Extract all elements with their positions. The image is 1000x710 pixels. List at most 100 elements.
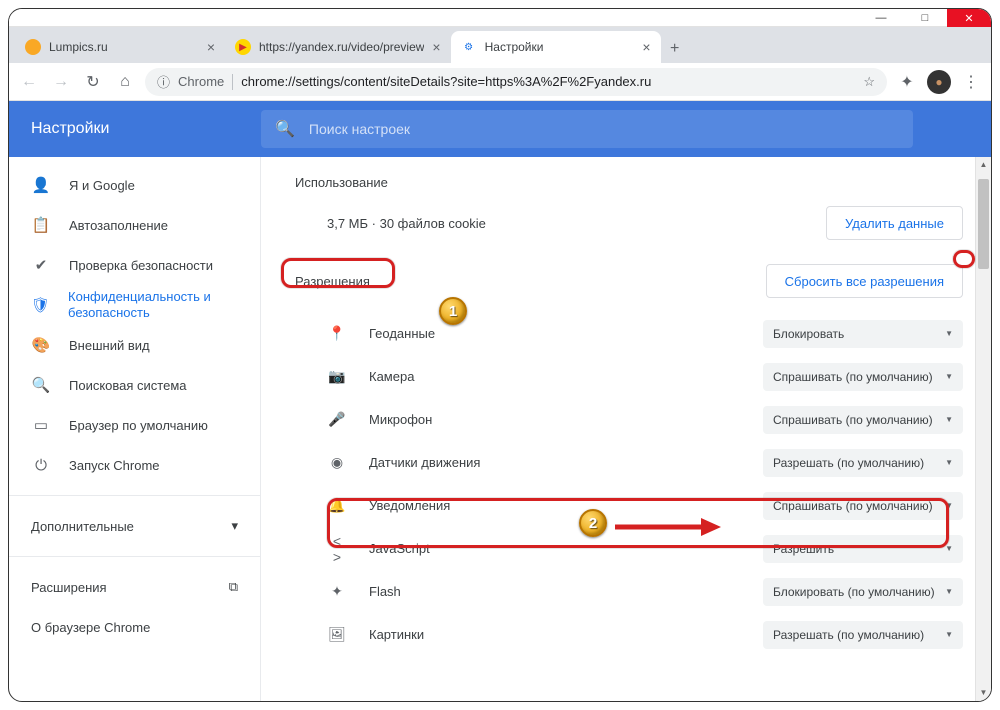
home-button[interactable]: ⌂ [113, 73, 137, 91]
sidebar-item-label: Дополнительные [31, 519, 134, 534]
sidebar-item-default-browser[interactable]: ▭Браузер по умолчанию [9, 405, 260, 445]
omnibox-url: chrome://settings/content/siteDetails?si… [241, 74, 651, 89]
section-title-usage: Использование [295, 175, 963, 190]
scrollbar-thumb[interactable] [978, 179, 989, 269]
sidebar-item-appearance[interactable]: 🎨Внешний вид [9, 325, 260, 365]
window-minimize-button[interactable]: — [859, 9, 903, 27]
power-icon: ⏻ [31, 457, 51, 474]
permission-select[interactable]: Спрашивать (по умолчанию) ▼ [763, 492, 963, 520]
chevron-down-icon: ▼ [945, 544, 953, 553]
permission-value: Спрашивать (по умолчанию) [773, 499, 933, 513]
tab-settings[interactable]: ⚙ Настройки × [451, 31, 661, 63]
permission-row: 🖼КартинкиРазрешать (по умолчанию)▼ [295, 613, 963, 656]
settings-title: Настройки [9, 120, 261, 138]
permission-icon: ◉ [327, 454, 347, 471]
permission-select[interactable]: Блокировать ▼ [763, 320, 963, 348]
highlight-annotation [281, 258, 395, 288]
permission-label: Камера [369, 369, 414, 384]
scroll-up-icon[interactable]: ▲ [976, 157, 991, 173]
back-button[interactable]: ← [17, 73, 41, 91]
settings-sidebar: 👤 Я и Google 📋Автозаполнение ✔ Проверка бе… [9, 157, 261, 701]
kebab-menu-icon[interactable]: ⋮ [959, 72, 983, 92]
delete-data-button[interactable]: Удалить данные [826, 206, 963, 240]
permission-row: 📷КамераСпрашивать (по умолчанию)▼ [295, 355, 963, 398]
settings-header: Настройки 🔍 [9, 101, 991, 157]
divider [232, 74, 233, 90]
address-bar: ← → ↻ ⌂ ⓘ Chrome chrome://settings/conte… [9, 63, 991, 101]
shield-icon: 🛡 [31, 296, 50, 314]
site-info-icon[interactable]: ⓘ [157, 72, 170, 91]
sidebar-item-label: Проверка безопасности [69, 258, 213, 273]
permission-label: Уведомления [369, 498, 450, 513]
tab-yandex-video[interactable]: ▶ https://yandex.ru/video/preview × [225, 31, 451, 63]
permissions-list: 📍ГеоданныеБлокировать▼📷КамераСпрашивать … [295, 312, 963, 656]
check-shield-icon: ✔ [31, 256, 51, 274]
tab-lumpics[interactable]: Lumpics.ru × [15, 31, 225, 63]
chevron-down-icon: ▼ [945, 458, 953, 467]
permission-icon: 📍 [327, 325, 347, 342]
permission-label: Картинки [369, 627, 424, 642]
person-icon: 👤 [31, 176, 51, 194]
browser-icon: ▭ [31, 416, 51, 434]
chevron-down-icon: ▼ [945, 501, 953, 510]
sidebar-item-advanced[interactable]: Дополнительные ▾ [9, 506, 260, 546]
usage-text: 3,7 МБ · 30 файлов cookie [295, 216, 486, 231]
reload-button[interactable]: ↻ [81, 72, 105, 92]
permission-row: 🎤МикрофонСпрашивать (по умолчанию)▼ [295, 398, 963, 441]
sidebar-item-label: Расширения [31, 580, 107, 595]
sidebar-item-label: Я и Google [69, 178, 135, 193]
permission-select[interactable]: Разрешать (по умолчанию) ▼ [763, 621, 963, 649]
permission-value: Разрешить [773, 542, 834, 556]
permission-select[interactable]: Разрешить ▼ [763, 535, 963, 563]
permission-label: Микрофон [369, 412, 432, 427]
profile-avatar[interactable]: ● [927, 70, 951, 94]
scroll-down-icon[interactable]: ▼ [976, 685, 991, 701]
sidebar-item-safety-check[interactable]: ✔ Проверка безопасности [9, 245, 260, 285]
sidebar-item-label: Внешний вид [69, 338, 150, 353]
annotation-arrow-icon [613, 515, 723, 539]
sidebar-item-autofill[interactable]: 📋Автозаполнение [9, 205, 260, 245]
window-maximize-button[interactable]: □ [903, 9, 947, 27]
annotation-badge-2: 2 [579, 509, 607, 537]
permission-row: ◉Датчики движенияРазрешать (по умолчанию… [295, 441, 963, 484]
chevron-down-icon: ▾ [231, 518, 238, 534]
forward-button[interactable]: → [49, 73, 73, 91]
permission-label: Геоданные [369, 326, 435, 341]
divider [9, 556, 260, 557]
permission-value: Блокировать (по умолчанию) [773, 585, 935, 599]
permission-icon: ✦ [327, 583, 347, 600]
bookmark-star-icon[interactable]: ☆ [863, 74, 875, 90]
permission-value: Разрешать (по умолчанию) [773, 628, 924, 642]
permission-value: Блокировать [773, 327, 844, 341]
chevron-down-icon: ▼ [945, 630, 953, 639]
sidebar-item-search-engine[interactable]: 🔍Поисковая система [9, 365, 260, 405]
sidebar-item-you-and-google[interactable]: 👤 Я и Google [9, 165, 260, 205]
close-icon[interactable]: × [432, 39, 440, 55]
sidebar-item-extensions[interactable]: Расширения⧉ [9, 567, 260, 607]
sidebar-item-privacy-security[interactable]: 🛡Конфиденциальность и безопасность [9, 285, 260, 325]
permission-select[interactable]: Разрешать (по умолчанию)▼ [763, 449, 963, 477]
search-icon: 🔍 [31, 376, 51, 394]
settings-search-input[interactable] [309, 121, 899, 137]
permission-select[interactable]: Спрашивать (по умолчанию)▼ [763, 406, 963, 434]
permission-select[interactable]: Блокировать (по умолчанию)▼ [763, 578, 963, 606]
close-icon[interactable]: × [207, 39, 215, 55]
close-icon[interactable]: × [642, 39, 650, 55]
window-titlebar: — □ ✕ [9, 9, 991, 27]
chevron-down-icon: ▼ [945, 329, 953, 338]
chevron-down-icon: ▼ [945, 372, 953, 381]
highlight-annotation [953, 250, 975, 268]
vertical-scrollbar[interactable]: ▲ ▼ [975, 157, 991, 701]
settings-search-box[interactable]: 🔍 [261, 110, 913, 148]
sidebar-item-about[interactable]: О браузере Chrome [9, 607, 260, 647]
omnibox[interactable]: ⓘ Chrome chrome://settings/content/siteD… [145, 68, 887, 96]
sidebar-item-on-startup[interactable]: ⏻ Запуск Chrome [9, 445, 260, 485]
window-close-button[interactable]: ✕ [947, 9, 991, 27]
permission-row: ✦FlashБлокировать (по умолчанию)▼ [295, 570, 963, 613]
new-tab-button[interactable]: + [661, 35, 689, 63]
extensions-icon[interactable]: ✦ [895, 72, 919, 92]
reset-permissions-button[interactable]: Сбросить все разрешения [766, 264, 963, 298]
permission-row: 📍 Геоданные Блокировать ▼ [295, 312, 963, 355]
permission-select[interactable]: Спрашивать (по умолчанию)▼ [763, 363, 963, 391]
sidebar-item-label: Запуск Chrome [69, 458, 160, 473]
